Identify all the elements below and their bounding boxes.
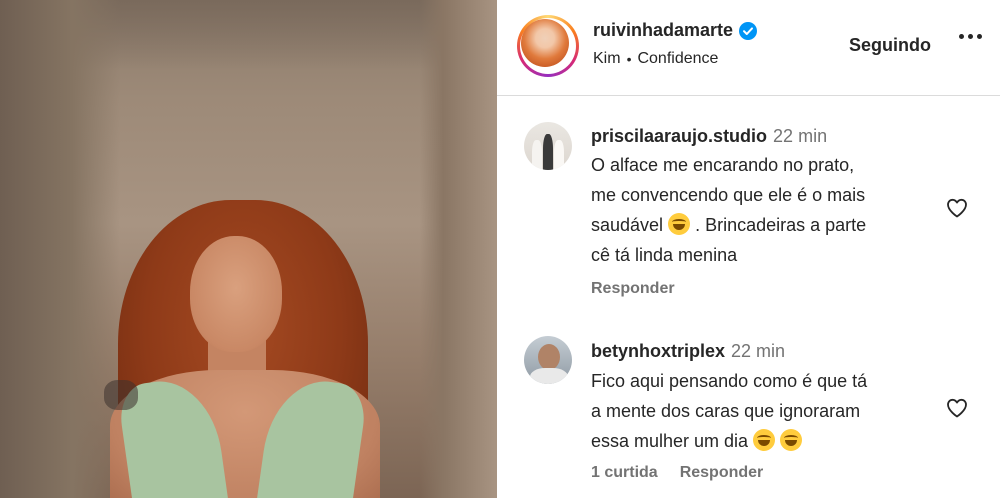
comment-actions: 1 curtida Responder (591, 464, 763, 482)
post-media[interactable] (0, 0, 497, 498)
heart-outline-icon[interactable] (945, 196, 969, 220)
comment-header: betynhoxtriplex 22 min (591, 341, 785, 362)
comment-avatar[interactable] (524, 122, 572, 170)
comment-username[interactable]: priscilaaraujo.studio (591, 126, 767, 147)
media-corner (420, 0, 497, 498)
subject-tattoo (104, 380, 138, 410)
subject-face (190, 236, 282, 352)
comment-time: 22 min (773, 126, 828, 146)
comment-header: priscilaaraujo.studio 22 min (591, 126, 827, 147)
verified-badge-icon (739, 21, 758, 40)
tears-of-joy-emoji-icon (780, 429, 803, 451)
comment-text: Fico aqui pensando como é que tá a mente… (591, 371, 868, 451)
media-wall (0, 0, 120, 498)
following-button[interactable]: Seguindo (849, 35, 931, 56)
comment-text: O alface me encarando no prato, me conve… (591, 155, 867, 265)
author-username[interactable]: ruivinhadamarte (593, 20, 733, 41)
author-avatar[interactable] (517, 15, 579, 77)
audio-info[interactable]: Kim • Confidence (593, 50, 718, 68)
comment-username[interactable]: betynhoxtriplex (591, 341, 725, 362)
author-avatar-image (521, 19, 569, 67)
likes-count[interactable]: 1 curtida (591, 464, 658, 482)
post-panel: ruivinhadamarte Kim • Confidence Seguind… (497, 0, 1000, 498)
author-row: ruivinhadamarte (593, 20, 758, 41)
more-options-icon[interactable] (959, 34, 982, 39)
heart-outline-icon[interactable] (945, 396, 969, 420)
comment-time: 22 min (731, 341, 786, 361)
reply-button[interactable]: Responder (680, 464, 764, 482)
post-header: ruivinhadamarte Kim • Confidence Seguind… (497, 0, 1000, 96)
audio-separator: • (626, 51, 632, 67)
tears-of-joy-emoji-icon (753, 429, 776, 451)
audio-artist: Kim (593, 50, 621, 67)
reply-button[interactable]: Responder (591, 280, 675, 298)
audio-track: Confidence (637, 50, 719, 67)
comment-actions: Responder (591, 280, 675, 298)
comment-avatar[interactable] (524, 336, 572, 384)
grinning-sweat-emoji-icon (668, 213, 691, 235)
